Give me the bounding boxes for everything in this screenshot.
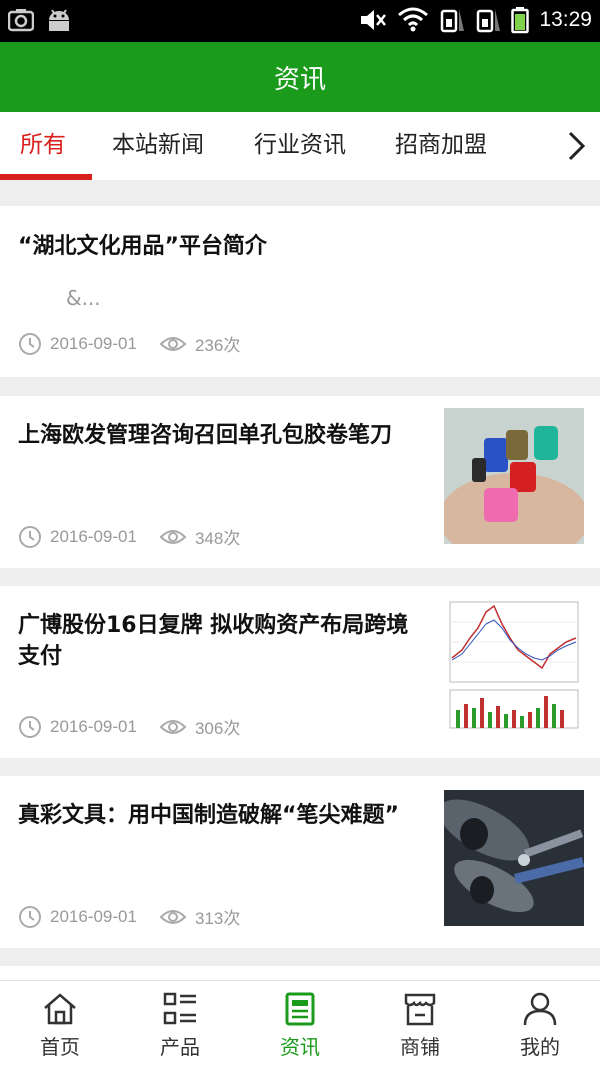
article-title: 真彩文具：用中国制造破解“笔尖难题”	[18, 803, 399, 828]
pen-machine-photo	[444, 790, 584, 926]
nav-shops[interactable]: 商铺	[360, 981, 480, 1067]
chevron-right-icon[interactable]	[564, 130, 588, 162]
clock-icon	[19, 905, 41, 928]
eye-icon	[159, 909, 187, 924]
article-card[interactable]: 广博股份16日复牌 拟收购资产布局跨境支付 2016-09-01 306次	[0, 586, 600, 758]
nav-me[interactable]: 我的	[480, 981, 600, 1067]
article-thumbnail[interactable]	[444, 598, 584, 734]
eye-icon	[159, 719, 187, 734]
article-title: “湖北文化用品”平台简介	[18, 234, 267, 259]
clock-icon	[19, 715, 41, 738]
article-views: 306次	[194, 719, 241, 738]
product-list-icon	[163, 992, 196, 1025]
sim2-signal-icon	[477, 9, 501, 33]
article-date: 2016-09-01	[50, 333, 137, 353]
nav-products[interactable]: 产品	[120, 981, 240, 1067]
article-views: 236次	[194, 336, 241, 355]
status-time: 13:29	[539, 8, 592, 31]
nav-news-label: 资讯	[280, 1035, 320, 1059]
tab-franchise[interactable]: 招商加盟	[395, 112, 487, 180]
article-excerpt: &...	[66, 286, 101, 310]
eye-icon	[159, 529, 187, 544]
nav-me-label: 我的	[520, 1035, 560, 1059]
tab-site-news[interactable]: 本站新闻	[112, 112, 204, 180]
nav-home-label: 首页	[40, 1035, 80, 1059]
category-tabs: 所有 本站新闻 行业资讯 招商加盟	[0, 112, 600, 180]
user-icon	[523, 992, 557, 1026]
sharpener-photo	[444, 408, 584, 544]
wifi-icon	[398, 7, 429, 32]
article-title: 广博股份16日复牌 拟收购资产布局跨境支付	[18, 613, 409, 669]
article-date: 2016-09-01	[50, 526, 137, 546]
home-icon	[44, 993, 76, 1025]
news-icon	[285, 992, 315, 1026]
clock-icon	[19, 332, 41, 355]
battery-icon	[511, 7, 530, 34]
nav-products-label: 产品	[160, 1035, 200, 1059]
android-icon	[49, 9, 69, 31]
shop-icon	[404, 993, 436, 1026]
stock-chart-photo	[444, 598, 584, 734]
article-meta: 2016-09-01 348次	[18, 524, 240, 549]
article-card[interactable]: “湖北文化用品”平台简介 &... 2016-09-01 236次	[0, 206, 600, 377]
article-meta: 2016-09-01 313次	[18, 904, 240, 929]
status-bar: 13:29	[0, 0, 600, 42]
tab-all[interactable]: 所有	[20, 112, 66, 180]
nav-news[interactable]: 资讯	[240, 981, 360, 1067]
article-views: 348次	[194, 529, 241, 548]
article-card[interactable]: 上海欧发管理咨询召回单孔包胶卷笔刀 2016-09-01 348次	[0, 396, 600, 568]
article-meta: 2016-09-01 306次	[18, 714, 240, 739]
nav-home[interactable]: 首页	[0, 981, 120, 1067]
article-thumbnail[interactable]	[444, 408, 584, 544]
eye-icon	[159, 336, 187, 351]
article-views: 313次	[194, 909, 241, 928]
page-title: 资讯	[273, 64, 326, 95]
screenshot-icon	[8, 9, 34, 32]
mute-icon	[361, 10, 387, 30]
article-title: 上海欧发管理咨询召回单孔包胶卷笔刀	[18, 423, 393, 448]
article-card[interactable]: 真彩文具：用中国制造破解“笔尖难题” 2016-09-01 313次	[0, 776, 600, 948]
tab-industry-news[interactable]: 行业资讯	[254, 112, 346, 180]
article-date: 2016-09-01	[50, 906, 137, 926]
article-thumbnail[interactable]	[444, 790, 584, 926]
nav-shops-label: 商铺	[400, 1035, 440, 1059]
active-tab-indicator	[0, 174, 92, 180]
article-date: 2016-09-01	[50, 716, 137, 736]
article-meta: 2016-09-01 236次	[18, 331, 240, 356]
app-header: 资讯	[0, 42, 600, 112]
clock-icon	[19, 525, 41, 548]
bottom-navigation: 首页 产品 资讯 商铺 我的	[0, 980, 600, 1067]
sim1-signal-icon	[441, 9, 465, 33]
